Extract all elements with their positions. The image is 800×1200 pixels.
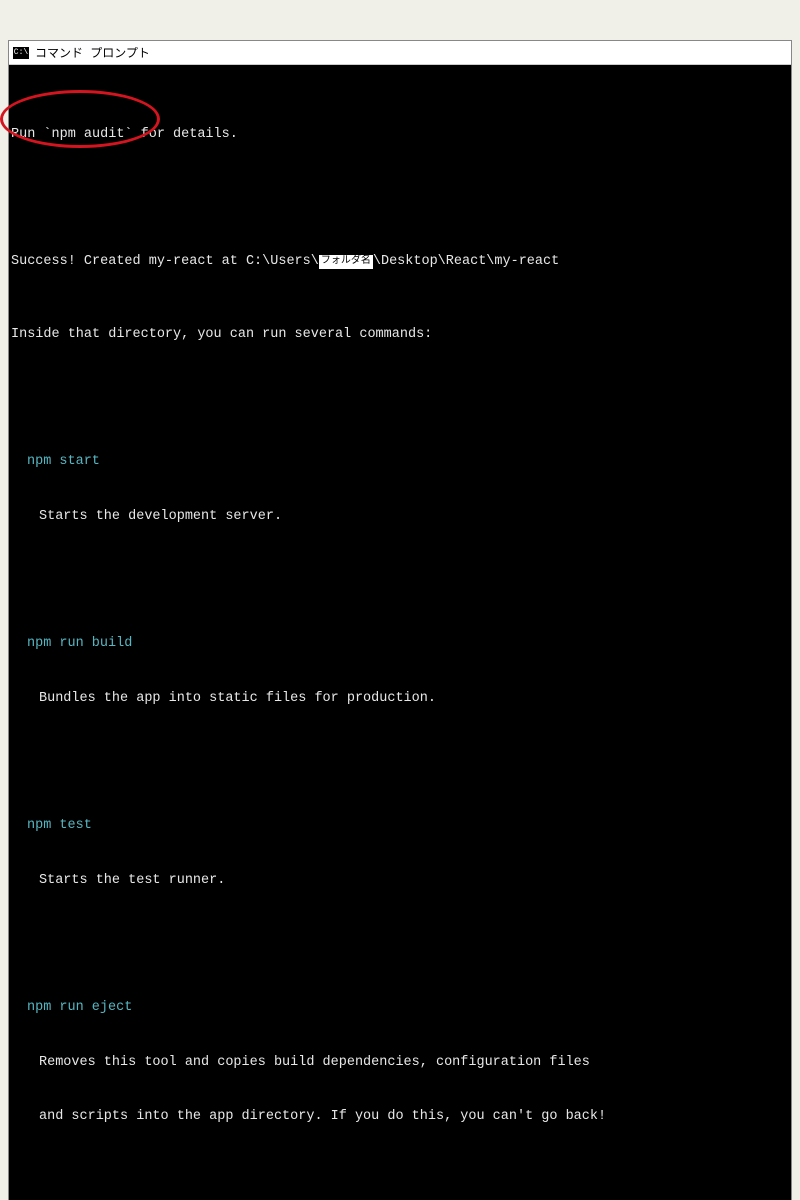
- cmd-npm-start: npm start: [11, 453, 789, 471]
- desc-npm-eject2: and scripts into the app directory. If y…: [11, 1108, 789, 1126]
- blank-line: [11, 381, 789, 399]
- command-prompt-window: C:\ コマンド プロンプト Run `npm audit` for detai…: [8, 40, 792, 1200]
- text-success-path: my-react at C:\Users\: [149, 254, 319, 269]
- desc-npm-test: Starts the test runner.: [11, 872, 789, 890]
- text-success: Success! Created: [11, 254, 149, 269]
- text-success-path2: \Desktop\React\my-react: [373, 254, 559, 269]
- window-title: コマンド プロンプト: [35, 44, 150, 61]
- blank-line: [11, 926, 789, 944]
- cmd-npm-eject: npm run eject: [11, 999, 789, 1017]
- folder-badge: フォルダ名: [319, 255, 373, 269]
- terminal-output[interactable]: Run `npm audit` for details. Success! Cr…: [9, 65, 791, 1200]
- blank-line: [11, 180, 789, 198]
- cmd-npm-test: npm test: [11, 817, 789, 835]
- desc-npm-build: Bundles the app into static files for pr…: [11, 690, 789, 708]
- desc-npm-start: Starts the development server.: [11, 508, 789, 526]
- cmd-npm-build: npm run build: [11, 635, 789, 653]
- blank-line: [11, 744, 789, 762]
- desc-npm-eject1: Removes this tool and copies build depen…: [11, 1054, 789, 1072]
- blank-line: [11, 562, 789, 580]
- line-inside: Inside that directory, you can run sever…: [11, 326, 789, 344]
- blank-line: [11, 1163, 789, 1181]
- cmd-icon: C:\: [13, 47, 29, 59]
- line-success: Success! Created my-react at C:\Users\フォ…: [11, 253, 789, 271]
- line-audit: Run `npm audit` for details.: [11, 126, 789, 144]
- titlebar[interactable]: C:\ コマンド プロンプト: [9, 41, 791, 65]
